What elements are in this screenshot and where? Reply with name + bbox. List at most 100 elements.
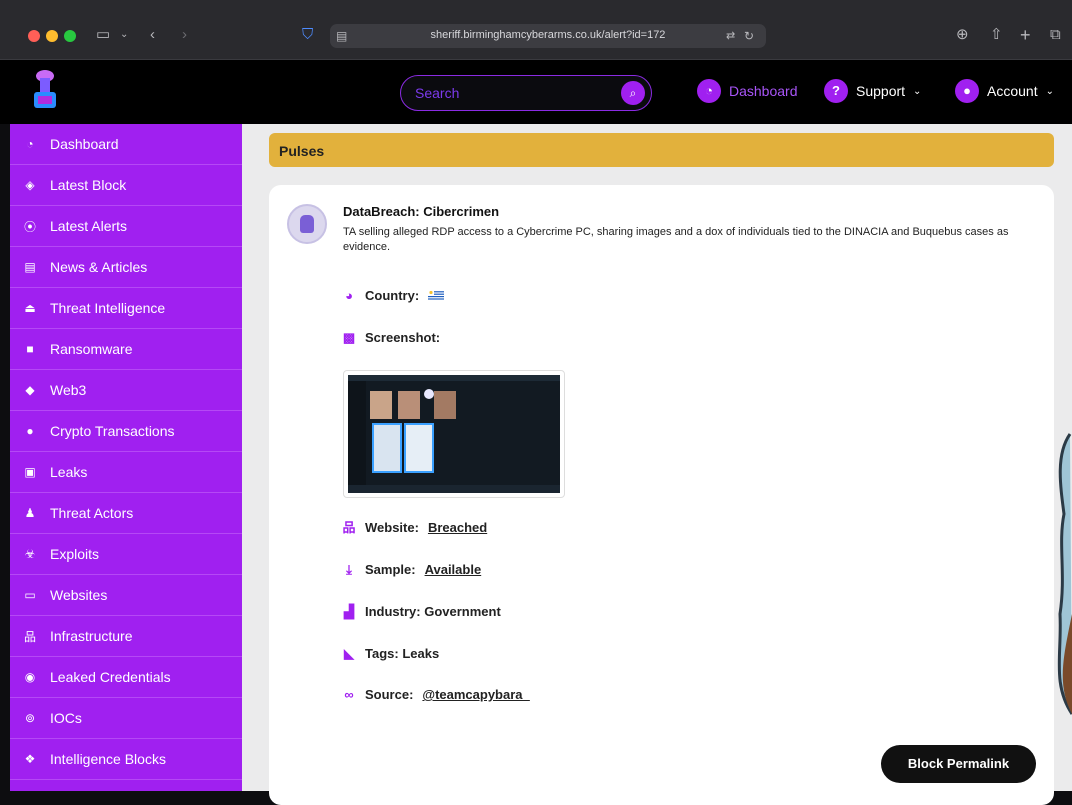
source-field: ∞ Source: @teamcapybara_ xyxy=(342,687,529,702)
alert-avatar xyxy=(287,204,327,244)
source-link[interactable]: @teamcapybara_ xyxy=(422,687,529,702)
sample-link[interactable]: Available xyxy=(425,562,482,577)
website-label: Website: xyxy=(365,520,419,535)
cube-icon: ◈ xyxy=(25,178,35,192)
country-label: Country: xyxy=(365,288,420,303)
chevron-down-icon: ⌄ xyxy=(913,85,922,97)
sidebar-item-websites[interactable]: ▭ Websites xyxy=(10,575,242,616)
back-icon[interactable]: ‹ xyxy=(150,26,155,44)
user-secret-icon: ♟ xyxy=(24,506,36,520)
sidebar-item-label: Intelligence Blocks xyxy=(50,751,166,767)
reload-icon[interactable]: ↻ xyxy=(744,27,754,45)
sidebar-item-leaks[interactable]: ▣ Leaks xyxy=(10,452,242,493)
sample-label: Sample: xyxy=(365,562,416,577)
sidebar-item-label: Latest Block xyxy=(50,177,127,193)
alert-card: DataBreach: Cibercrimen TA selling alleg… xyxy=(269,185,1054,805)
search-input[interactable] xyxy=(415,84,605,102)
industry-field: ▟ Industry: Government xyxy=(342,604,501,619)
sidebar-item-more[interactable]: ● xyxy=(10,780,242,791)
tags-label: Tags: Leaks xyxy=(365,646,440,661)
tags-field: ◣ Tags: Leaks xyxy=(342,646,439,661)
uruguay-flag-icon xyxy=(428,290,445,301)
sidebar-item-label: Infrastructure xyxy=(50,628,133,644)
sidebar-item-label: Leaks xyxy=(50,464,88,480)
nav-account-label: Account xyxy=(987,83,1038,99)
forward-icon[interactable]: › xyxy=(182,26,187,44)
privacy-shield-icon[interactable]: ⛉ xyxy=(302,26,313,44)
eye-icon: ◉ xyxy=(24,670,36,684)
close-window-button[interactable] xyxy=(28,30,40,42)
screenshot-field: ▩ Screenshot: xyxy=(342,330,440,345)
sidebar-item-web3[interactable]: ◆ Web3 xyxy=(10,370,242,411)
sidebar-item-ransomware[interactable]: ■ Ransomware xyxy=(10,329,242,370)
globe-icon: ◕ xyxy=(345,287,353,303)
sidebar-item-infrastructure[interactable]: 品 Infrastructure xyxy=(10,616,242,657)
gauge-icon: ◔ xyxy=(26,137,34,151)
chevron-down-icon[interactable]: ⌄ xyxy=(120,26,128,44)
sidebar-item-exploits[interactable]: ☣ Exploits xyxy=(10,534,242,575)
maximize-window-button[interactable] xyxy=(64,30,76,42)
laptop-code-icon: ▭ xyxy=(24,588,36,602)
sidebar-item-threat-actors[interactable]: ♟ Threat Actors xyxy=(10,493,242,534)
sidebar: ◔ Dashboard ◈ Latest Block ⦿ Latest Alerts … xyxy=(10,124,242,791)
sidebar-item-label: News & Articles xyxy=(50,259,148,275)
url-text[interactable]: sheriff.birminghamcyberarms.co.uk/alert?… xyxy=(330,29,766,41)
minimize-window-button[interactable] xyxy=(46,30,58,42)
site-logo[interactable] xyxy=(30,68,60,112)
address-bar[interactable]: ▤ sheriff.birminghamcyberarms.co.uk/aler… xyxy=(330,24,766,48)
sidebar-item-leaked-credentials[interactable]: ◉ Leaked Credentials xyxy=(10,657,242,698)
landmark-icon: ⏏ xyxy=(24,301,36,315)
browser-toolbar: ▭ ⌄ ‹ › ⛉ ▤ sheriff.birminghamcyberarms.… xyxy=(0,0,1072,60)
tab-overview-icon[interactable]: ⧉ xyxy=(1050,26,1061,44)
sidebar-item-threat-intelligence[interactable]: ⏏ Threat Intelligence xyxy=(10,288,242,329)
sidebar-item-label: Dashboard xyxy=(50,136,119,152)
new-tab-icon[interactable]: + xyxy=(1020,26,1031,44)
block-permalink-button[interactable]: Block Permalink xyxy=(881,745,1036,783)
chevron-down-icon: ⌄ xyxy=(1045,85,1054,97)
sample-field: ⤓ Sample: Available xyxy=(342,562,481,577)
sidebar-item-iocs[interactable]: ⊚ IOCs xyxy=(10,698,242,739)
dashboard-icon: ◔ xyxy=(697,79,721,103)
industry-icon: ▟ xyxy=(344,603,354,619)
sidebar-item-label: Exploits xyxy=(50,546,100,562)
share-icon[interactable]: ⇧ xyxy=(990,26,1003,44)
screenshot-thumbnail[interactable] xyxy=(343,370,565,498)
sidebar-item-label: Ransomware xyxy=(50,341,133,357)
newspaper-icon: ▤ xyxy=(24,260,36,274)
sidebar-item-dashboard[interactable]: ◔ Dashboard xyxy=(10,124,242,165)
sidebar-item-label: Leaked Credentials xyxy=(50,669,171,685)
sidebar-toggle-icon[interactable]: ▭ xyxy=(96,26,110,44)
sidebar-item-news[interactable]: ▤ News & Articles xyxy=(10,247,242,288)
user-icon: ● xyxy=(955,79,979,103)
image-icon: ▩ xyxy=(342,329,356,345)
sitemap-icon: 品 xyxy=(342,519,356,535)
sidebar-item-label: Threat Actors xyxy=(50,505,134,521)
drive-icon: ▣ xyxy=(24,465,36,479)
broadcast-icon: ⦿ xyxy=(24,219,37,234)
ethereum-icon: ◆ xyxy=(25,383,35,397)
nav-support[interactable]: ? Support ⌄ xyxy=(824,78,921,104)
bitcoin-icon: ● xyxy=(26,424,34,438)
sidebar-item-label: Threat Intelligence xyxy=(50,300,166,316)
translate-icon[interactable]: ⇄ xyxy=(726,27,735,45)
sidebar-item-label: Websites xyxy=(50,587,108,603)
sidebar-item-crypto-transactions[interactable]: ● Crypto Transactions xyxy=(10,411,242,452)
tags-icon: ◣ xyxy=(344,645,354,661)
nav-account[interactable]: ● Account ⌄ xyxy=(955,78,1054,104)
app-header: ⌕ ◔ Dashboard ? Support ⌄ ● Account ⌄ xyxy=(0,60,1072,124)
alert-description: TA selling alleged RDP access to a Cyber… xyxy=(343,226,1009,253)
search-button[interactable]: ⌕ xyxy=(621,81,645,105)
download-icon[interactable]: ⊕ xyxy=(956,26,969,44)
search-icon: ⌕ xyxy=(629,86,637,100)
sidebar-item-latest-alerts[interactable]: ⦿ Latest Alerts xyxy=(10,206,242,247)
nav-dashboard[interactable]: ◔ Dashboard xyxy=(697,78,798,104)
sidebar-item-latest-block[interactable]: ◈ Latest Block xyxy=(10,165,242,206)
lock-icon: ■ xyxy=(26,342,34,356)
screenshot-label: Screenshot: xyxy=(365,330,441,345)
sidebar-item-intelligence-blocks[interactable]: ❖ Intelligence Blocks xyxy=(10,739,242,780)
biohazard-icon: ☣ xyxy=(24,547,36,561)
website-link[interactable]: Breached xyxy=(428,520,487,535)
source-label: Source: xyxy=(365,687,414,702)
industry-label: Industry: Government xyxy=(365,604,501,619)
sidebar-item-label: Web3 xyxy=(50,382,87,398)
